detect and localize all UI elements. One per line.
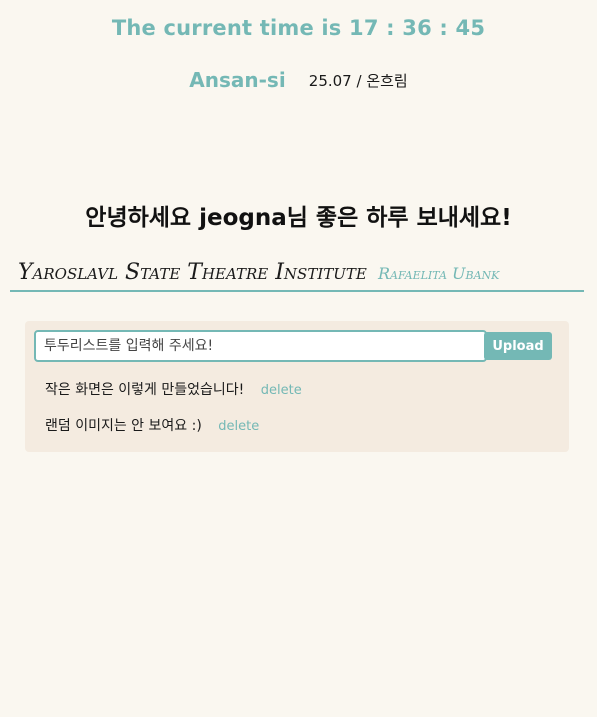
greeting-message: 안녕하세요 jeogna님 좋은 하루 보내세요! — [85, 205, 512, 231]
quote-author: Rafaelita Ubank — [377, 264, 500, 283]
weather-city: Ansan-si — [189, 68, 286, 92]
todo-input[interactable] — [34, 330, 487, 362]
quote-text: Yaroslavl State Theatre Institute — [18, 260, 367, 285]
delete-button[interactable]: delete — [218, 419, 259, 434]
delete-button[interactable]: delete — [261, 383, 302, 398]
todo-panel: Upload 작은 화면은 이렇게 만들었습니다! delete 랜덤 이미지는… — [25, 321, 569, 452]
clock-display: The current time is 17 : 36 : 45 — [111, 16, 486, 40]
todo-item: 랜덤 이미지는 안 보여요 :) delete — [45, 415, 259, 435]
todo-item-text: 작은 화면은 이렇게 만들었습니다! — [45, 382, 245, 398]
weather-temp: 25.07 / 온흐림 — [308, 71, 408, 90]
weather-info: Ansan-si 25.07 / 온흐림 — [0, 68, 597, 92]
upload-button[interactable]: Upload — [484, 332, 552, 360]
todo-item-text: 랜덤 이미지는 안 보여요 :) — [45, 418, 202, 434]
todo-item: 작은 화면은 이렇게 만들었습니다! delete — [45, 379, 302, 399]
quote-banner: Yaroslavl State Theatre Institute Rafael… — [10, 256, 584, 292]
